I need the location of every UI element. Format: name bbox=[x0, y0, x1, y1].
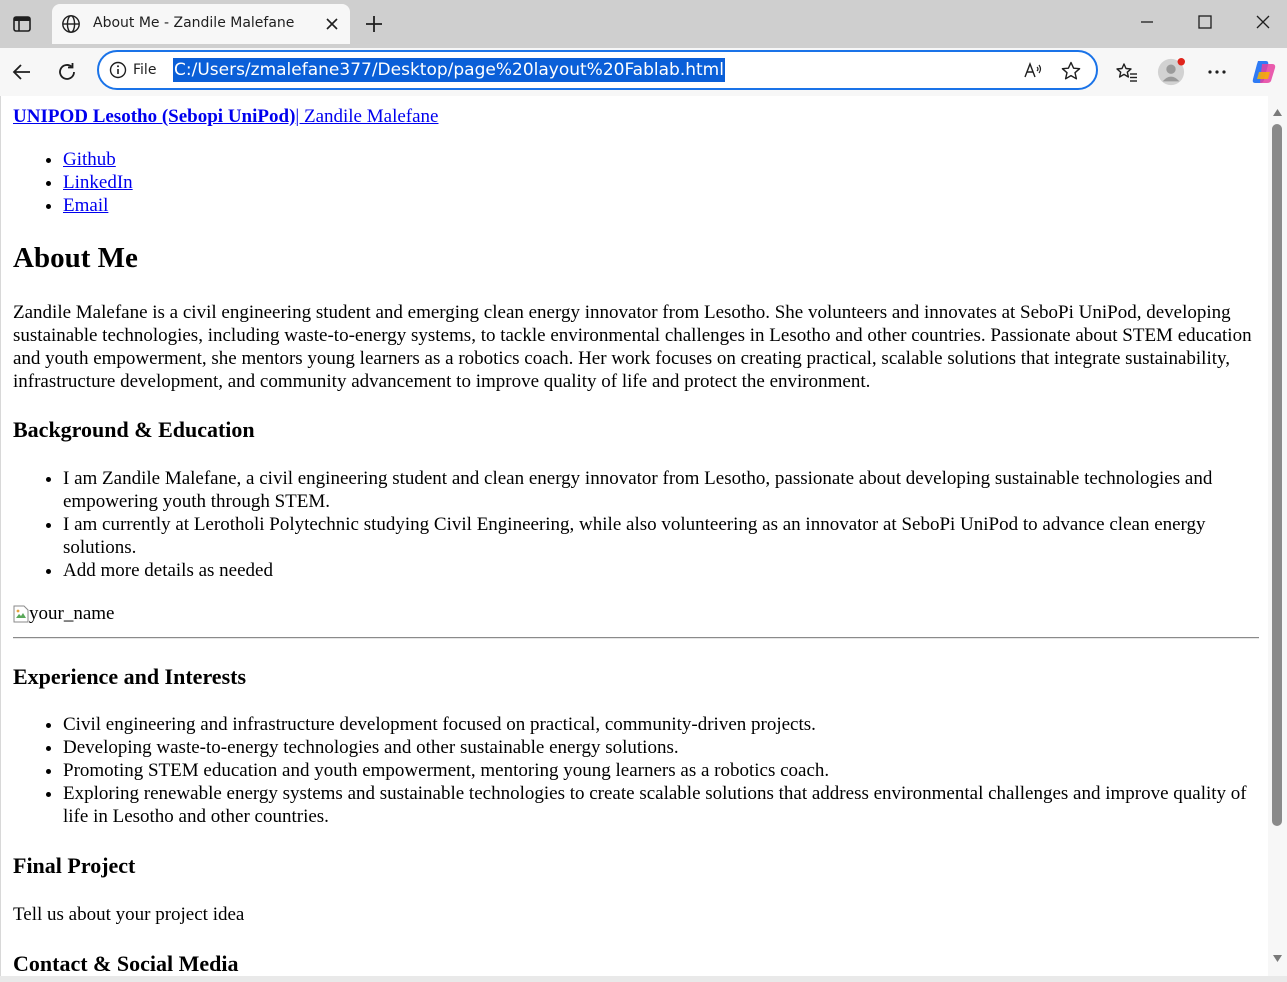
favorites-icon[interactable] bbox=[1113, 58, 1141, 86]
brand-link[interactable]: UNIPOD Lesotho (Sebopi UniPod) bbox=[13, 106, 295, 127]
document: UNIPOD Lesotho (Sebopi UniPod)| Zandile … bbox=[13, 105, 1259, 977]
divider bbox=[13, 636, 1259, 639]
new-tab-icon[interactable] bbox=[362, 12, 386, 36]
info-icon[interactable] bbox=[109, 61, 127, 79]
page-viewport: UNIPOD Lesotho (Sebopi UniPod)| Zandile … bbox=[0, 96, 1287, 982]
page-title: About Me bbox=[13, 242, 138, 274]
close-window-icon[interactable] bbox=[1248, 8, 1278, 36]
section-title-final-project: Final Project bbox=[13, 852, 136, 878]
experience-list: Civil engineering and infrastructure dev… bbox=[13, 713, 1259, 828]
site-header: UNIPOD Lesotho (Sebopi UniPod)| Zandile … bbox=[13, 105, 1259, 128]
url-text[interactable]: C:/Users/zmalefane377/Desktop/page%20lay… bbox=[173, 58, 725, 82]
broken-image-icon bbox=[13, 605, 29, 622]
list-item: LinkedIn bbox=[63, 171, 1259, 194]
section-title-contact: Contact & Social Media bbox=[13, 950, 239, 976]
browser-toolbar: File C:/Users/zmalefane377/Desktop/page%… bbox=[0, 48, 1287, 96]
profile-image: your_name bbox=[13, 602, 114, 625]
linkedin-link[interactable]: LinkedIn bbox=[63, 172, 133, 193]
minimize-icon[interactable] bbox=[1132, 8, 1162, 36]
more-options-icon[interactable] bbox=[1203, 58, 1231, 86]
list-item: Promoting STEM education and youth empow… bbox=[63, 759, 1259, 782]
favorite-star-icon[interactable] bbox=[1060, 60, 1082, 82]
section-title-background: Background & Education bbox=[13, 417, 255, 442]
globe-icon bbox=[61, 14, 81, 34]
list-item: Exploring renewable energy systems and s… bbox=[63, 782, 1259, 828]
address-bar[interactable]: File C:/Users/zmalefane377/Desktop/page%… bbox=[97, 50, 1098, 90]
scroll-down-arrow-icon[interactable] bbox=[1272, 950, 1283, 968]
about-paragraph: Zandile Malefane is a civil engineering … bbox=[13, 302, 1252, 392]
section-title-experience: Experience and Interests bbox=[13, 663, 247, 689]
image-alt-text: your_name bbox=[29, 603, 115, 624]
list-item: Github bbox=[63, 148, 1259, 171]
address-scheme-label: File bbox=[133, 62, 157, 78]
list-item: I am Zandile Malefane, a civil engineeri… bbox=[63, 467, 1259, 513]
name-link[interactable]: | Zandile Malefane bbox=[295, 106, 438, 127]
social-links-list: Github LinkedIn Email bbox=[13, 148, 1259, 217]
browser-tab[interactable]: About Me - Zandile Malefane bbox=[52, 4, 350, 44]
vertical-scrollbar[interactable] bbox=[1268, 96, 1287, 982]
maximize-icon[interactable] bbox=[1190, 8, 1220, 36]
scroll-up-arrow-icon[interactable] bbox=[1272, 104, 1283, 122]
list-item: Email bbox=[63, 194, 1259, 217]
list-item: Developing waste-to-energy technologies … bbox=[63, 736, 1259, 759]
github-link[interactable]: Github bbox=[63, 149, 116, 170]
back-arrow-icon[interactable] bbox=[8, 58, 36, 86]
list-item: Civil engineering and infrastructure dev… bbox=[63, 713, 1259, 736]
read-aloud-icon[interactable] bbox=[1022, 60, 1044, 82]
window-bottom-edge bbox=[0, 976, 1287, 982]
tab-title: About Me - Zandile Malefane bbox=[93, 15, 295, 31]
profile-avatar-icon[interactable] bbox=[1157, 58, 1185, 86]
background-list: I am Zandile Malefane, a civil engineeri… bbox=[13, 467, 1259, 582]
final-project-text: Tell us about your project idea bbox=[13, 903, 245, 925]
refresh-icon[interactable] bbox=[53, 58, 81, 86]
email-link[interactable]: Email bbox=[63, 195, 108, 216]
close-tab-icon[interactable] bbox=[322, 14, 342, 34]
scrollbar-thumb[interactable] bbox=[1272, 124, 1282, 826]
tab-strip: About Me - Zandile Malefane bbox=[0, 0, 1287, 48]
copilot-icon[interactable] bbox=[1250, 58, 1278, 86]
list-item: I am currently at Lerotholi Polytechnic … bbox=[63, 513, 1259, 559]
list-item: Add more details as needed bbox=[63, 559, 1259, 582]
tab-actions-icon[interactable] bbox=[8, 10, 36, 38]
